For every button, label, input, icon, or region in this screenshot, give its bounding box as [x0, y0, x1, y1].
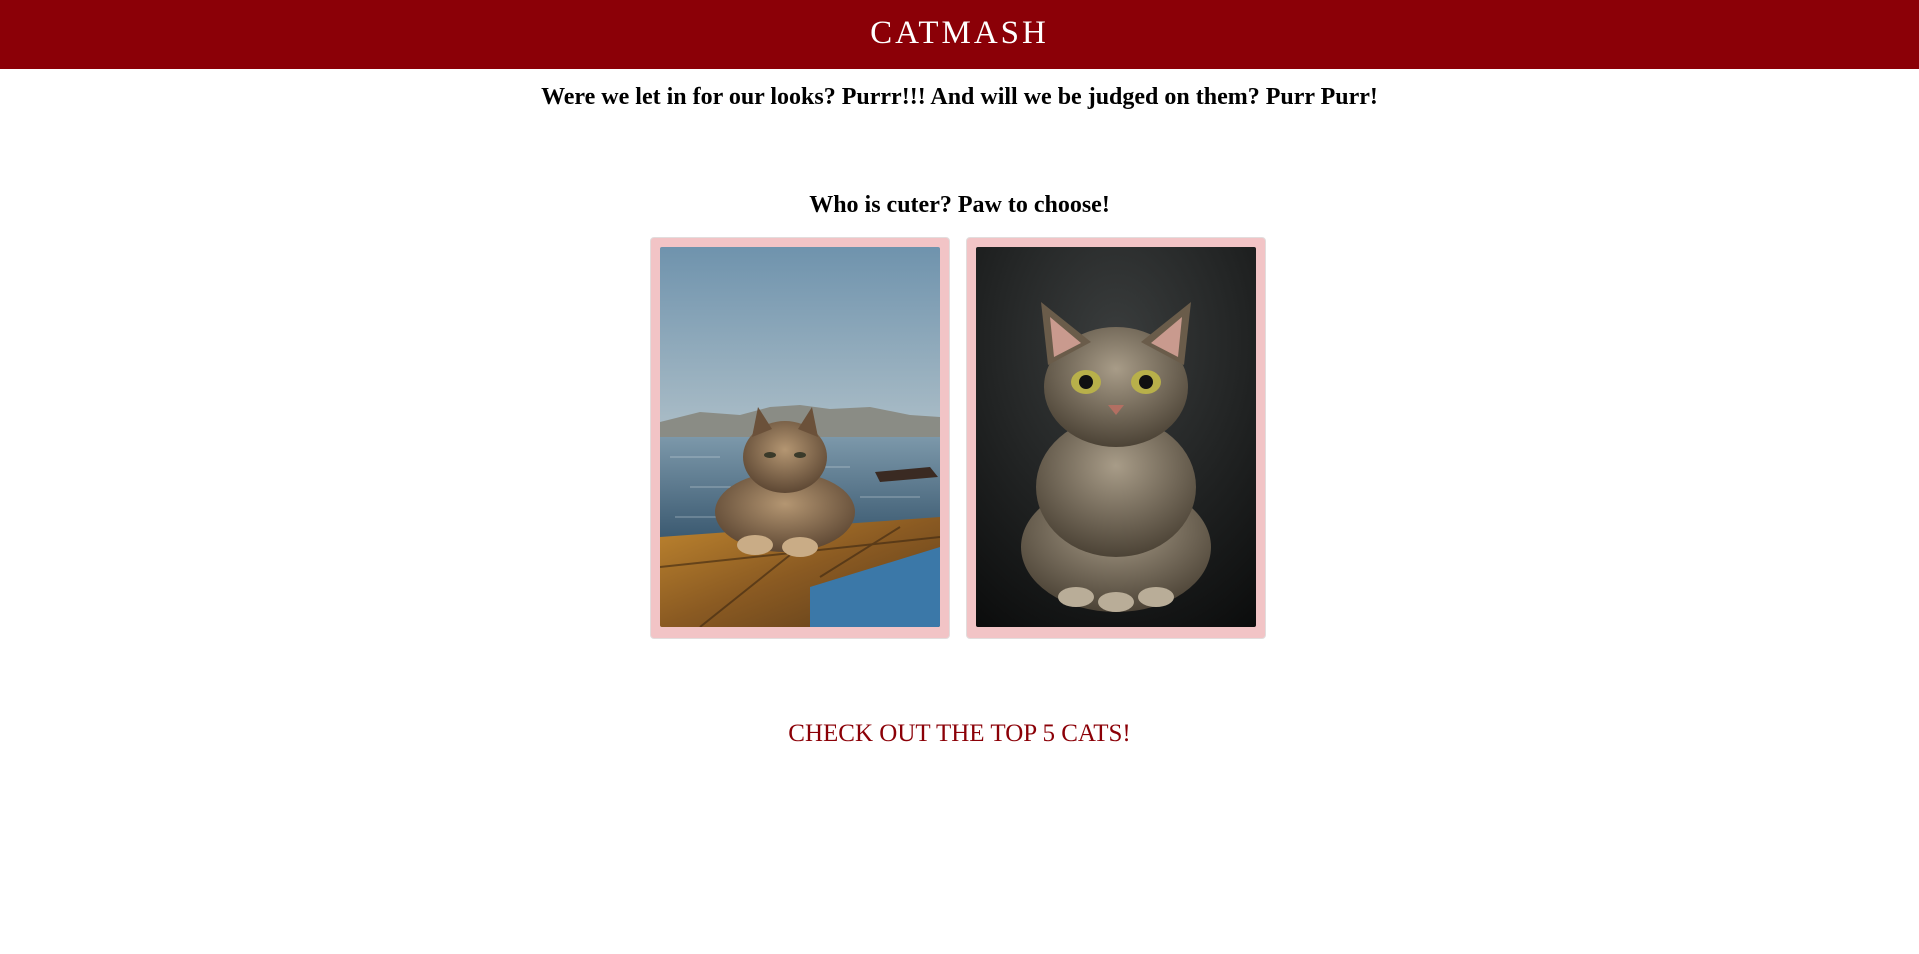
cat-photo-left[interactable] [660, 247, 940, 627]
cat-card-right[interactable] [966, 237, 1266, 639]
site-header: CATMASH [0, 0, 1919, 69]
tagline: Were we let in for our looks? Purrr!!! A… [541, 84, 1378, 110]
top-cats-link[interactable]: CHECK OUT THE TOP 5 CATS! [788, 720, 1130, 747]
top-cats-link-container: CHECK OUT THE TOP 5 CATS! [0, 720, 1919, 748]
vote-prompt: Who is cuter? Paw to choose! [809, 192, 1110, 218]
site-title: CATMASH [870, 14, 1049, 51]
cat-photo-right[interactable] [976, 247, 1256, 627]
cat-card-left[interactable] [650, 237, 950, 639]
